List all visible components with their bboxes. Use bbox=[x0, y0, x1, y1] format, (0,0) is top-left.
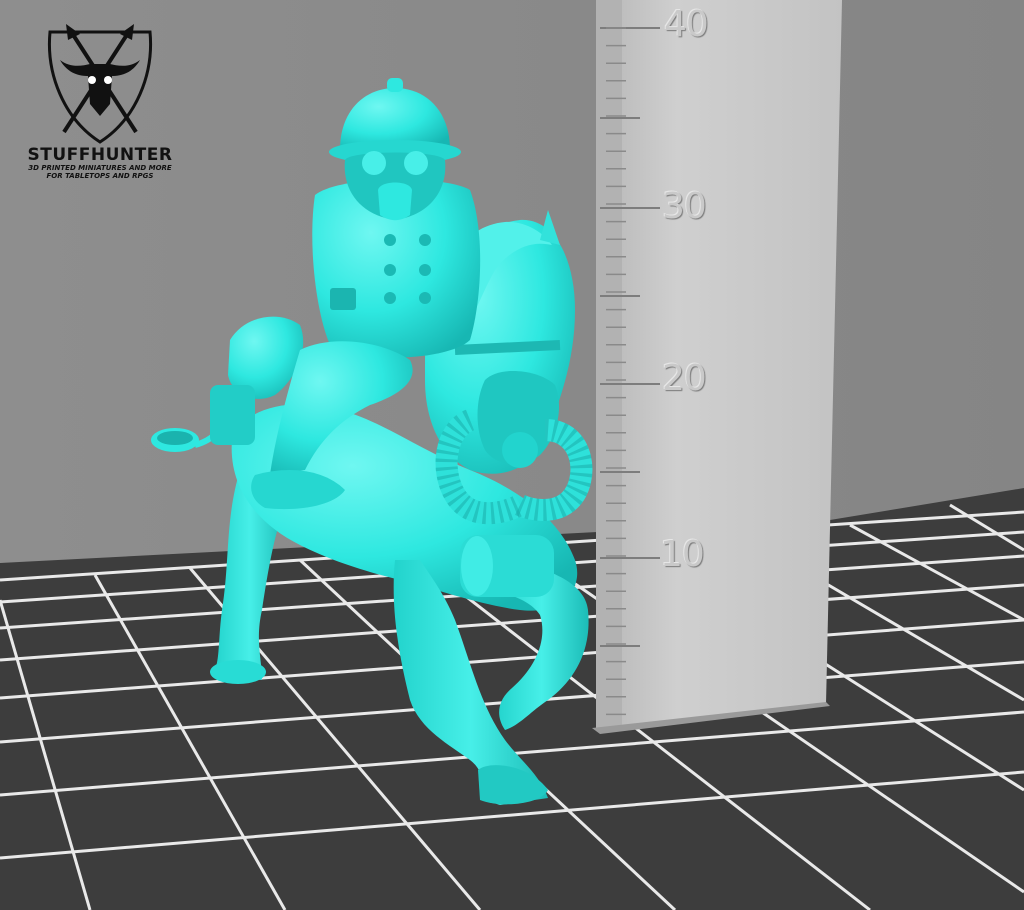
height-ruler bbox=[592, 0, 842, 734]
brand-tagline-1: 3D PRINTED MINIATURES AND MORE bbox=[28, 164, 172, 172]
brand-tagline-2: FOR TABLETOPS AND RPGS bbox=[46, 172, 154, 180]
ruler-mark-40: 40 bbox=[664, 4, 709, 45]
ruler-mark-30: 30 bbox=[662, 186, 707, 227]
ruler-mark-10: 10 bbox=[660, 534, 705, 575]
brand-watermark: STUFFHUNTER 3D PRINTED MINIATURES AND MO… bbox=[12, 24, 188, 180]
brand-name: STUFFHUNTER bbox=[27, 145, 173, 165]
bull-skull-shield-logo bbox=[47, 24, 153, 144]
ruler-mark-20: 20 bbox=[662, 358, 707, 399]
